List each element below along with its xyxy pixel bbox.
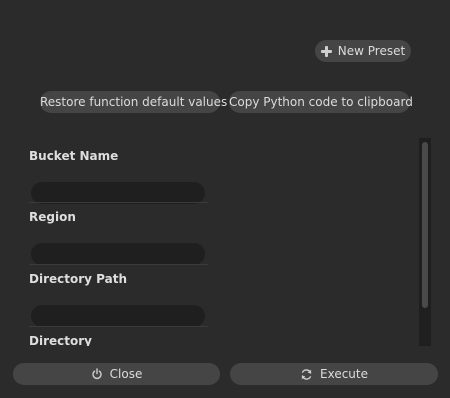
execute-label: Execute [320, 367, 368, 381]
power-icon [91, 368, 103, 380]
preset-dialog: New Preset Restore function default valu… [0, 0, 450, 398]
region-input[interactable] [31, 243, 205, 265]
directory-label: Directory [29, 334, 92, 346]
close-label: Close [109, 367, 143, 381]
directory-path-field: Directory Path [29, 271, 208, 327]
region-label: Region [29, 210, 76, 224]
new-preset-label: New Preset [337, 44, 406, 58]
directory-path-input[interactable] [31, 305, 205, 327]
new-preset-button[interactable]: New Preset [315, 40, 411, 62]
field-divider [29, 202, 208, 203]
bucket-name-label: Bucket Name [29, 149, 119, 163]
execute-button[interactable]: Execute [230, 363, 438, 385]
field-divider [29, 264, 208, 265]
field-divider [29, 326, 208, 327]
parameters-form: Bucket Name Region Directory Path Direct… [0, 138, 418, 346]
directory-field: Directory [29, 333, 208, 346]
scrollbar-thumb[interactable] [422, 142, 428, 308]
restore-defaults-button[interactable]: Restore function default values [40, 91, 227, 113]
region-field: Region [29, 209, 208, 265]
directory-path-label: Directory Path [29, 272, 127, 286]
bucket-name-field: Bucket Name [29, 148, 208, 204]
form-scrollbar[interactable] [419, 138, 431, 346]
close-button[interactable]: Close [13, 363, 220, 385]
refresh-icon [300, 368, 313, 381]
copy-python-code-button[interactable]: Copy Python code to clipboard [229, 91, 413, 113]
plus-icon [320, 45, 332, 57]
bucket-name-input[interactable] [31, 182, 205, 204]
